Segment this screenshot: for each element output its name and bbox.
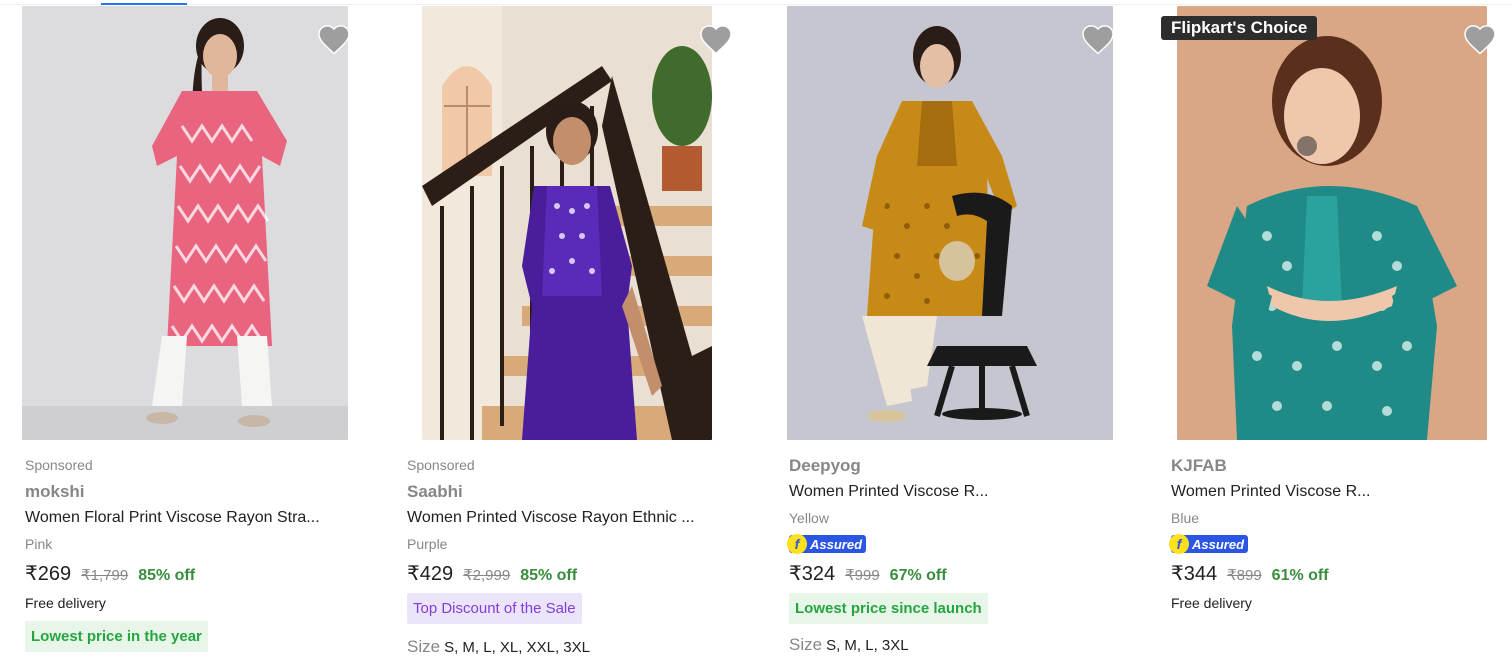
delivery-info: Free delivery xyxy=(1171,595,1252,611)
offer-tag: Lowest price in the year xyxy=(25,621,208,652)
product-color: Purple xyxy=(407,536,448,552)
available-sizes: Size S, M, L, XL, XXL, 3XL xyxy=(407,636,767,658)
wishlist-heart-icon[interactable] xyxy=(1462,22,1498,58)
brand-name[interactable]: KJFAB xyxy=(1171,455,1512,477)
assured-label: Assured xyxy=(810,536,863,552)
product-color: Yellow xyxy=(789,510,829,526)
product-title[interactable]: Women Printed Viscose R... xyxy=(789,481,1149,503)
product-card[interactable]: KJFAB Women Printed Viscose R... Blue fA… xyxy=(1141,0,1511,667)
delivery-info: Free delivery xyxy=(25,595,106,611)
product-info: Sponsored Saabhi Women Printed Viscose R… xyxy=(407,455,767,658)
flipkarts-choice-badge: Flipkart's Choice xyxy=(1161,16,1318,40)
product-card[interactable]: Sponsored Saabhi Women Printed Viscose R… xyxy=(404,0,774,667)
price-row: ₹324 ₹999 67% off xyxy=(789,561,1149,587)
product-grid: Sponsored mokshi Women Floral Print Visc… xyxy=(0,0,1512,667)
size-label: Size xyxy=(789,635,823,654)
brand-name[interactable]: Deepyog xyxy=(789,455,1149,477)
product-image[interactable] xyxy=(22,6,348,440)
product-card[interactable]: Sponsored mokshi Women Floral Print Visc… xyxy=(22,0,392,667)
size-list: S, M, L, XL, XXL, 3XL xyxy=(444,639,590,656)
original-price: ₹899 xyxy=(1227,567,1262,584)
brand-name[interactable]: mokshi xyxy=(25,481,385,503)
wishlist-heart-icon[interactable] xyxy=(1080,22,1116,58)
product-title[interactable]: Women Floral Print Viscose Rayon Stra... xyxy=(25,507,385,529)
sponsored-label: Sponsored xyxy=(25,457,93,473)
available-sizes: Size S, M, L, 3XL xyxy=(789,634,1149,656)
discount-percent: 67% off xyxy=(889,567,947,584)
selling-price: ₹344 xyxy=(1171,563,1218,585)
product-card[interactable]: Deepyog Women Printed Viscose R... Yello… xyxy=(787,0,1157,667)
original-price: ₹2,999 xyxy=(463,567,511,584)
original-price: ₹999 xyxy=(845,567,880,584)
selling-price: ₹269 xyxy=(25,563,72,585)
wishlist-heart-icon[interactable] xyxy=(698,22,734,58)
product-image[interactable] xyxy=(422,6,712,440)
brand-name[interactable]: Saabhi xyxy=(407,481,767,503)
offer-tag: Lowest price since launch xyxy=(789,593,988,624)
discount-percent: 85% off xyxy=(138,567,196,584)
price-row: ₹344 ₹899 61% off xyxy=(1171,561,1512,587)
discount-percent: 61% off xyxy=(1271,567,1329,584)
size-list: S, M, L, 3XL xyxy=(826,637,909,654)
product-info: KJFAB Women Printed Viscose R... Blue fA… xyxy=(1169,455,1512,621)
selling-price: ₹324 xyxy=(789,563,836,585)
price-row: ₹269 ₹1,799 85% off xyxy=(25,561,385,587)
wishlist-heart-icon[interactable] xyxy=(316,22,352,58)
assured-badge: f Assured xyxy=(787,534,867,554)
sponsored-label: Sponsored xyxy=(407,457,475,473)
product-title[interactable]: Women Printed Viscose R... xyxy=(1171,481,1512,503)
product-info: Deepyog Women Printed Viscose R... Yello… xyxy=(787,455,1149,656)
product-title[interactable]: Women Printed Viscose Rayon Ethnic ... xyxy=(407,507,767,529)
offer-tag: Top Discount of the Sale xyxy=(407,593,582,624)
product-color: Pink xyxy=(25,536,53,552)
product-info: Sponsored mokshi Women Floral Print Visc… xyxy=(25,455,385,662)
product-color: Blue xyxy=(1171,510,1200,526)
price-row: ₹429 ₹2,999 85% off xyxy=(407,561,767,587)
selling-price: ₹429 xyxy=(407,563,454,585)
size-label: Size xyxy=(407,637,441,656)
assured-label: Assured xyxy=(1192,536,1245,552)
original-price: ₹1,799 xyxy=(81,567,129,584)
product-image[interactable] xyxy=(787,6,1113,440)
flipkart-f-icon: f xyxy=(787,534,807,554)
product-image[interactable] xyxy=(1177,6,1487,440)
assured-badge: f Assured xyxy=(1169,534,1249,554)
flipkart-f-icon: f xyxy=(1169,534,1189,554)
discount-percent: 85% off xyxy=(520,567,578,584)
